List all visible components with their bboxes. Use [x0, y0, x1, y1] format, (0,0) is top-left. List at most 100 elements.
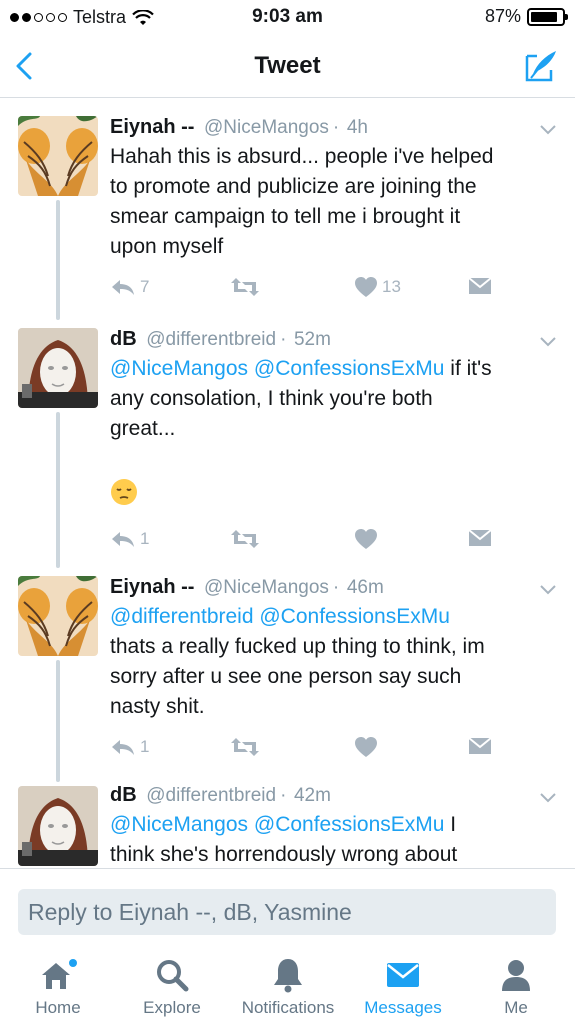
- tweet-text-line: any consolation, I think you're both: [110, 387, 433, 410]
- avatar[interactable]: [18, 576, 98, 656]
- status-bar: Telstra 9:03 am 87%: [0, 0, 575, 36]
- avatar[interactable]: [18, 116, 98, 196]
- tweet-text-line: think she's horrendously wrong about: [110, 843, 458, 866]
- tab-label: Explore: [143, 998, 201, 1017]
- thread-line: [56, 200, 60, 320]
- reply-button[interactable]: 7: [110, 276, 149, 298]
- tweet-3[interactable]: Eiynah -- @NiceMangos · 46m @differentbre…: [0, 568, 575, 782]
- tab-label: Home: [35, 998, 81, 1017]
- tweet-text: @NiceMangos @ConfessionsExMu if it's any…: [110, 354, 560, 505]
- timestamp: 4h: [346, 117, 368, 138]
- reply-count: 7: [140, 277, 150, 296]
- direct-message-button[interactable]: [468, 528, 492, 548]
- battery-icon: [527, 7, 568, 26]
- tab-notifications[interactable]: Notifications: [232, 956, 344, 1018]
- mention-link[interactable]: @NiceMangos @ConfessionsExMu: [110, 357, 444, 380]
- mention-link[interactable]: @NiceMangos @ConfessionsExMu: [110, 813, 444, 836]
- reply-bar: Reply to Eiynah --, dB, Yasmine: [0, 868, 575, 948]
- reply-button[interactable]: 1: [110, 736, 149, 758]
- timestamp: 42m: [293, 785, 331, 806]
- reply-button[interactable]: 1: [110, 528, 149, 550]
- tweet-text-line: nasty shit.: [110, 695, 205, 718]
- tab-explore[interactable]: Explore: [130, 956, 214, 1018]
- reply-input[interactable]: Reply to Eiynah --, dB, Yasmine: [18, 889, 556, 935]
- timestamp: 46m: [346, 577, 384, 598]
- tweet-text-line: sorry after u see one person say such: [110, 665, 462, 688]
- person-icon: [502, 960, 530, 991]
- envelope-icon: [468, 277, 492, 294]
- username[interactable]: @differentbreid: [146, 329, 276, 350]
- chevron-down-icon[interactable]: [539, 336, 557, 348]
- avatar[interactable]: [18, 786, 98, 866]
- timestamp: 52m: [293, 329, 331, 350]
- chevron-down-icon[interactable]: [539, 584, 557, 596]
- tweet-actions: 1: [110, 736, 510, 766]
- thread-line: [56, 660, 60, 782]
- retweet-icon: [231, 738, 259, 756]
- tweet-text: Hahah this is absurd... people i've help…: [110, 142, 560, 262]
- battery-percent: 87%: [484, 6, 521, 26]
- tweet-1[interactable]: Eiynah -- @NiceMangos · 4h Hahah this is …: [0, 98, 575, 320]
- tweet-text-line: smear campaign to tell me i brought it: [110, 205, 461, 228]
- tab-label: Me: [504, 998, 528, 1017]
- like-button[interactable]: [354, 528, 378, 550]
- tab-label: Notifications: [241, 998, 335, 1017]
- bell-icon: [274, 959, 302, 993]
- envelope-icon: [387, 963, 419, 987]
- tweet-header: dB @differentbreid · 52m: [110, 328, 331, 350]
- display-name[interactable]: dB: [110, 784, 137, 806]
- like-count: 13: [382, 277, 401, 296]
- tab-messages[interactable]: Messages: [358, 956, 448, 1018]
- tweet-actions: 1: [110, 528, 510, 558]
- tweet-4[interactable]: dB @differentbreid · 42m @NiceMangos @Con…: [0, 782, 575, 868]
- retweet-icon: [231, 278, 259, 296]
- pensive-face-emoji: [111, 479, 137, 505]
- direct-message-button[interactable]: [468, 276, 492, 296]
- tweet-text-line: thats a really fucked up thing to think,…: [110, 635, 485, 658]
- tab-bar: Home Explore Notifications Messages Me: [0, 948, 575, 1024]
- nav-bar: Tweet: [0, 36, 575, 98]
- retweet-button[interactable]: [230, 528, 260, 550]
- heart-icon: [355, 737, 377, 757]
- tweet-text-line: @NiceMangos @ConfessionsExMu I: [110, 813, 457, 836]
- envelope-icon: [468, 529, 492, 546]
- display-name[interactable]: Eiynah --: [110, 116, 194, 138]
- like-button[interactable]: 13: [354, 276, 401, 298]
- tweet-text: @NiceMangos @ConfessionsExMu I think she…: [110, 810, 560, 868]
- heart-icon: [355, 529, 377, 549]
- tweet-actions: 7 13: [110, 276, 510, 306]
- tweet-text: @differentbreid @ConfessionsExMu thats a…: [110, 602, 560, 722]
- tweet-header: Eiynah -- @NiceMangos · 4h: [110, 116, 368, 138]
- display-name[interactable]: Eiynah --: [110, 576, 194, 598]
- username[interactable]: @differentbreid: [146, 785, 276, 806]
- tweet-header: dB @differentbreid · 42m: [110, 784, 331, 806]
- reply-count: 1: [140, 529, 150, 548]
- retweet-button[interactable]: [230, 736, 260, 758]
- retweet-button[interactable]: [230, 276, 260, 298]
- envelope-icon: [468, 737, 492, 754]
- tab-label: Messages: [364, 998, 442, 1017]
- tab-me[interactable]: Me: [488, 956, 544, 1018]
- tweet-text-line: Hahah this is absurd... people i've help…: [110, 145, 494, 168]
- mention-link[interactable]: @differentbreid @ConfessionsExMu: [110, 602, 560, 632]
- reply-icon: [112, 532, 134, 547]
- search-icon: [157, 960, 189, 992]
- tweet-text-line: to promote and publicize are joining the: [110, 175, 477, 198]
- username[interactable]: @NiceMangos: [204, 117, 329, 138]
- tweet-2[interactable]: dB @differentbreid · 52m @NiceMangos @Con…: [0, 320, 575, 568]
- avatar[interactable]: [18, 328, 98, 408]
- direct-message-button[interactable]: [468, 736, 492, 756]
- like-button[interactable]: [354, 736, 378, 758]
- tweet-header: Eiynah -- @NiceMangos · 46m: [110, 576, 384, 598]
- home-icon: [42, 959, 77, 989]
- compose-tweet-icon[interactable]: [523, 48, 559, 84]
- tweet-text-line: great...: [110, 417, 176, 440]
- display-name[interactable]: dB: [110, 328, 137, 350]
- username[interactable]: @NiceMangos: [204, 577, 329, 598]
- chevron-down-icon[interactable]: [539, 792, 557, 804]
- tab-home[interactable]: Home: [22, 956, 94, 1018]
- reply-count: 1: [140, 737, 150, 756]
- heart-icon: [355, 277, 377, 297]
- chevron-down-icon[interactable]: [539, 124, 557, 136]
- thread-line: [56, 412, 60, 568]
